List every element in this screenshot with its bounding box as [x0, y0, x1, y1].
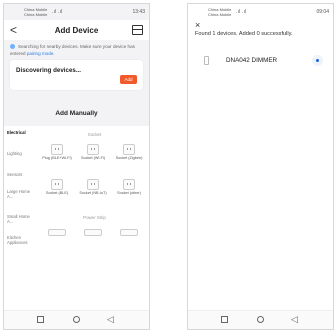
phone-screen-found-devices: China Mobile China Mobile .ıl .ıl 09:04 … [187, 3, 334, 330]
back-nav-icon[interactable]: ◁ [107, 315, 114, 324]
device-name: DNA042 DIMMER [226, 57, 278, 64]
pairing-mode-link[interactable]: pairing mode. [27, 51, 55, 56]
add-button[interactable]: Add [120, 75, 137, 84]
recent-apps-icon[interactable] [221, 316, 228, 323]
recent-apps-icon[interactable] [37, 316, 44, 323]
category-lighting[interactable]: Lighting [7, 151, 22, 156]
header: < Add Device [4, 20, 149, 40]
discovering-card: Discovering devices... Add [10, 60, 143, 90]
socket-icon [123, 144, 135, 155]
socket-icon [87, 179, 99, 190]
page-title: Add Device [54, 26, 99, 35]
power-strip-icon[interactable] [48, 229, 66, 236]
category-large-home[interactable]: Large Home A... [7, 189, 35, 199]
device-tile[interactable]: Socket (other) [112, 179, 146, 196]
signal-icon: .ıl .ıl [236, 9, 247, 15]
device-tile[interactable]: Socket (Wi-Fi) [76, 144, 110, 161]
section-socket: Socket [87, 132, 102, 137]
system-nav-bar: ◁ [4, 310, 149, 329]
category-sensors[interactable]: Sensors [7, 172, 22, 177]
status-bar: China Mobile China Mobile .ıl .ıl 09:04 [188, 4, 333, 20]
selected-radio-icon[interactable] [312, 55, 323, 66]
section-power-strip: Power Strip [83, 215, 106, 220]
device-panel: Socket Plug (BLE+Wi-Fi) Socket (Wi-Fi) S… [40, 126, 149, 311]
dimmer-icon [204, 56, 209, 65]
socket-icon [51, 179, 63, 190]
category-kitchen[interactable]: Kitchen Appliances [7, 235, 35, 245]
search-notice: Searching for nearby devices. Make sure … [10, 44, 135, 56]
time-text: 13:43 [132, 9, 145, 15]
plug-icon [51, 144, 63, 155]
device-tile[interactable]: Socket (Zigbee) [112, 144, 146, 161]
socket-icon [87, 144, 99, 155]
carrier-text: China Mobile China Mobile [208, 7, 232, 17]
close-button[interactable]: × [195, 20, 200, 30]
system-nav-bar: ◁ [188, 310, 333, 329]
signal-icon: .ıl .ıl [52, 9, 63, 15]
scan-icon[interactable] [132, 25, 143, 35]
category-sidebar: Electrical Lighting Sensors Large Home A… [4, 126, 39, 311]
time-text: 09:04 [316, 9, 329, 15]
power-strip-icon[interactable] [84, 229, 102, 236]
power-strip-icon[interactable] [120, 229, 138, 236]
phone-screen-add-device: China Mobile China Mobile .ıl .ıl 13:43 … [3, 3, 150, 330]
bluetooth-icon [10, 44, 15, 50]
device-tile[interactable]: Socket (BLE) [40, 179, 74, 196]
device-row[interactable]: DNA042 DIMMER [198, 51, 325, 71]
carrier-text: China Mobile China Mobile [24, 7, 48, 17]
add-manually-title: Add Manually [55, 110, 98, 117]
category-small-home[interactable]: Small Home A... [7, 214, 35, 224]
discovering-title: Discovering devices... [16, 67, 81, 74]
device-tile[interactable]: Plug (BLE+Wi-Fi) [40, 144, 74, 161]
device-tile[interactable]: Socket (NB-IoT) [76, 179, 110, 196]
category-electrical[interactable]: Electrical [7, 130, 26, 135]
socket-icon [123, 179, 135, 190]
status-bar: China Mobile China Mobile .ıl .ıl 13:43 [4, 4, 149, 20]
category-browser: Electrical Lighting Sensors Large Home A… [4, 126, 149, 311]
back-nav-icon[interactable]: ◁ [291, 315, 298, 324]
found-message: Found 1 devices. Added 0 successfully. [195, 31, 293, 37]
home-icon[interactable] [73, 316, 80, 323]
home-icon[interactable] [257, 316, 264, 323]
